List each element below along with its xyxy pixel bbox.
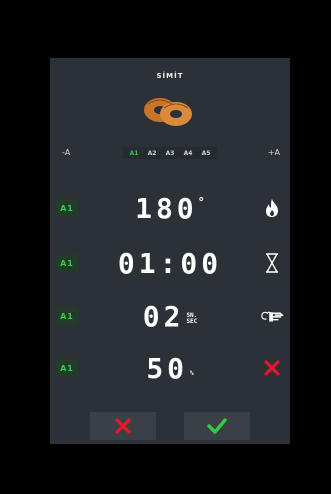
close-x-icon[interactable] <box>260 356 284 380</box>
simit-bread-icon <box>144 98 192 126</box>
temperature-row: A1 180 ° <box>50 191 290 225</box>
recipe-title: SİMİT <box>156 72 184 80</box>
fan-row: A1 50 % <box>50 351 290 385</box>
fan-unit: % <box>190 370 194 377</box>
temperature-value[interactable]: 180 ° <box>90 191 250 225</box>
fan-value[interactable]: 50 % <box>90 351 250 385</box>
preset-a3[interactable]: A3 <box>166 150 175 157</box>
time-row: A1 01:00 <box>50 246 290 280</box>
close-x-icon <box>115 418 131 434</box>
flame-icon <box>260 196 284 220</box>
steam-preset-tag[interactable]: A1 <box>56 307 78 325</box>
increase-button[interactable]: +A <box>268 148 280 157</box>
checkmark-icon <box>207 418 227 434</box>
decrease-button[interactable]: -A <box>62 148 70 157</box>
confirm-button[interactable] <box>184 412 250 440</box>
steam-unit: SN. SEC <box>186 313 197 325</box>
time-preset-tag[interactable]: A1 <box>56 254 78 272</box>
hourglass-icon <box>260 251 284 275</box>
fan-number: 50 <box>146 351 189 385</box>
preset-a2[interactable]: A2 <box>148 150 157 157</box>
preset-a5[interactable]: A5 <box>202 150 211 157</box>
steam-hand-icon <box>260 304 284 328</box>
temperature-number: 180 <box>135 191 198 225</box>
recipe-panel: SİMİT -A A1 A2 A3 A4 A5 +A A1 180 ° A1 0… <box>50 58 290 444</box>
preset-a4[interactable]: A4 <box>184 150 193 157</box>
steam-number: 02 <box>142 299 185 333</box>
preset-selector: A1 A2 A3 A4 A5 <box>123 147 217 159</box>
time-value[interactable]: 01:00 <box>90 246 250 280</box>
steam-row: A1 02 SN. SEC <box>50 299 290 333</box>
cancel-button[interactable] <box>90 412 156 440</box>
temperature-unit: ° <box>197 195 205 209</box>
time-number: 01:00 <box>117 246 223 280</box>
fan-preset-tag[interactable]: A1 <box>56 359 78 377</box>
preset-a1[interactable]: A1 <box>130 150 139 157</box>
steam-unit-bottom: SEC <box>186 318 198 325</box>
temperature-preset-tag[interactable]: A1 <box>56 199 78 217</box>
steam-value[interactable]: 02 SN. SEC <box>90 299 250 333</box>
